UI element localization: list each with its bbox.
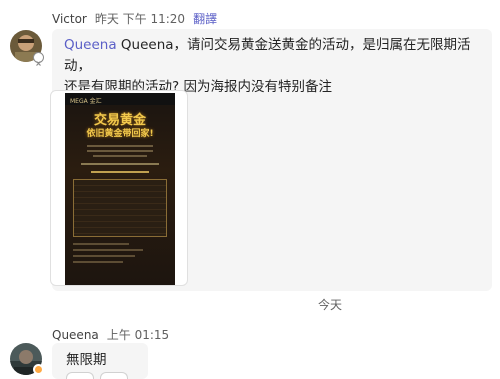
message-header-victor: Victor 昨天 下午 11:20 翻譯 [52, 10, 217, 27]
message-timestamp: 上午 01:15 [106, 328, 170, 342]
message-text: Queena Queena，请问交易黄金送黄金的活动，是归属在无限期活动， 还是… [64, 35, 488, 98]
message-text-line1: Queena，请问交易黄金送黄金的活动，是归属在无限期活动， [64, 37, 471, 74]
status-away-icon [33, 364, 44, 379]
sender-name: Queena [52, 328, 99, 342]
translate-link[interactable]: 翻譯 [193, 10, 217, 27]
poster-logo: MEGA 金汇 [70, 98, 102, 105]
poster-text-line [87, 150, 153, 152]
poster-image: MEGA 金汇 交易黄金 依旧黄金带回家! [65, 93, 175, 285]
poster-text-line [87, 145, 153, 147]
date-divider-label: 今天 [317, 298, 342, 312]
poster-table [73, 179, 167, 237]
sender-name: Victor [52, 12, 87, 26]
message-timestamp: 昨天 下午 11:20 [94, 12, 186, 26]
poster-footnote-line [73, 261, 123, 263]
poster-footnote-line [73, 249, 143, 251]
poster-footnote-line [73, 255, 135, 257]
mention-queena[interactable]: Queena [64, 37, 117, 53]
poster-footnote-line [73, 243, 129, 245]
message-header-queena: Queena 上午 01:15 [52, 326, 169, 343]
poster-text-line [91, 171, 149, 173]
reaction-button[interactable] [100, 372, 128, 379]
poster-text-line [93, 155, 147, 157]
reaction-bar [66, 372, 128, 379]
poster-title-line2: 依旧黄金带回家! [86, 129, 154, 139]
poster-text-line [81, 163, 159, 165]
status-offline-icon [33, 52, 44, 66]
image-attachment[interactable]: MEGA 金汇 交易黄金 依旧黄金带回家! [50, 90, 188, 286]
date-divider: 今天 [0, 296, 500, 313]
message-text: 無限期 [66, 352, 107, 368]
reaction-button[interactable] [66, 372, 94, 379]
